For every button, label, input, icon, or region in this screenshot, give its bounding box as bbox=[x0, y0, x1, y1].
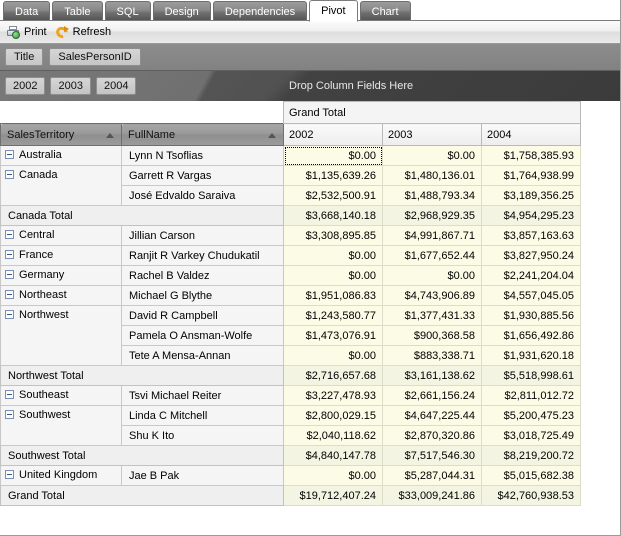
drop-column-fields-zone[interactable]: Drop Column Fields Here bbox=[283, 71, 621, 101]
year-filter-2003[interactable]: 2003 bbox=[50, 77, 91, 95]
pivot-window: Data Table SQL Design Dependencies Pivot Chart… bbox=[0, 0, 621, 536]
year-filter-2004[interactable]: 2004 bbox=[95, 77, 137, 95]
drop-column-fields-label: Drop Column Fields Here bbox=[289, 80, 414, 92]
year-filter-2002[interactable]: 2002 bbox=[5, 77, 46, 95]
tab-pivot[interactable]: Pivot bbox=[309, 0, 358, 22]
